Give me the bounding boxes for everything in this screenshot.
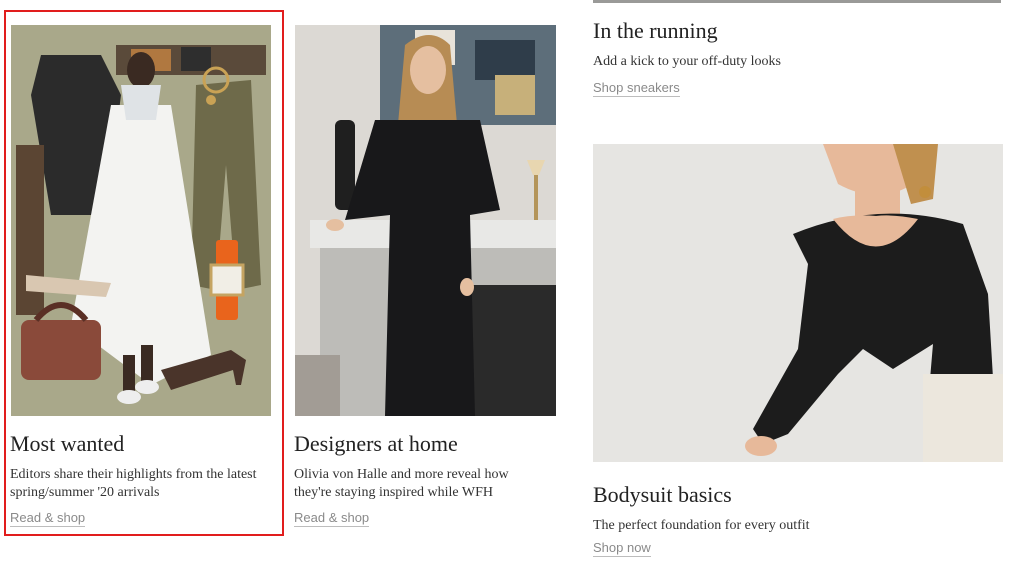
bodysuit-photo	[593, 144, 1003, 462]
card-bodysuit-basics[interactable]: Bodysuit basics The perfect foundation f…	[580, 130, 1024, 566]
card-description: Add a kick to your off-duty looks	[593, 54, 781, 69]
read-shop-link[interactable]: Read & shop	[294, 510, 370, 527]
card-title[interactable]: Designers at home	[294, 431, 458, 457]
card-title[interactable]: Bodysuit basics	[593, 482, 732, 508]
card-image-edge	[593, 0, 1001, 3]
shop-now-link[interactable]: Shop now	[593, 540, 651, 557]
card-image-bodysuit[interactable]	[593, 144, 1003, 462]
card-title[interactable]: In the running	[593, 18, 718, 44]
card-description: The perfect foundation for every outfit	[593, 518, 810, 533]
card-image-designer[interactable]	[295, 25, 556, 416]
card-description: Olivia von Halle and more reveal how the…	[294, 467, 509, 500]
designer-photo	[295, 25, 556, 416]
card-designers-at-home[interactable]: Designers at home Olivia von Halle and m…	[0, 0, 570, 540]
card-in-the-running[interactable]: In the running Add a kick to your off-du…	[580, 0, 1024, 110]
shop-sneakers-link[interactable]: Shop sneakers	[593, 80, 680, 97]
